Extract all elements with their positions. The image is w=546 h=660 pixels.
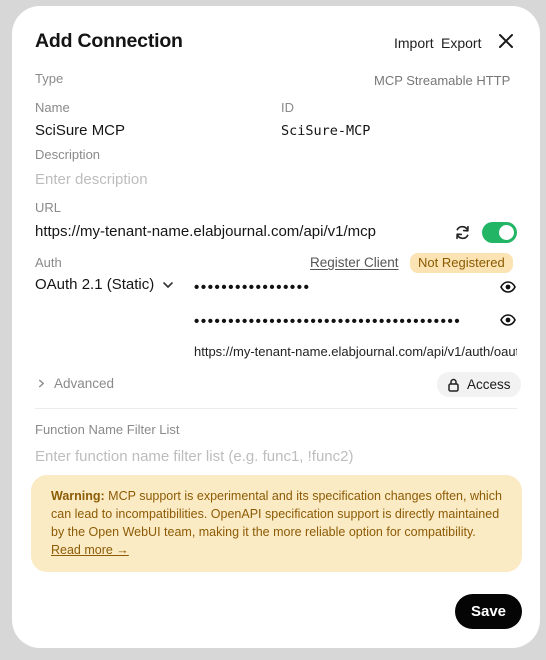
auth-method-value: OAuth 2.1 (Static) [35, 276, 155, 293]
id-label: ID [281, 100, 294, 115]
status-badge: Not Registered [410, 253, 513, 273]
name-input[interactable]: SciSure MCP [35, 122, 125, 139]
access-button[interactable]: Access [437, 372, 521, 397]
url-input[interactable]: https://my-tenant-name.elabjournal.com/a… [35, 223, 376, 240]
client-secret-input[interactable]: ••••••••••••••••••••••••••••••••••••••• [194, 314, 461, 329]
advanced-label: Advanced [54, 376, 115, 391]
warning-prefix: Warning: [51, 489, 105, 503]
divider [35, 408, 517, 409]
chevron-right-icon [39, 379, 44, 388]
function-filter-input[interactable]: Enter function name filter list (e.g. fu… [35, 448, 354, 465]
refresh-icon[interactable] [454, 224, 471, 241]
access-label: Access [467, 377, 511, 392]
url-label: URL [35, 200, 62, 215]
function-filter-label: Function Name Filter List [35, 422, 180, 437]
type-label: Type [35, 71, 64, 86]
read-more-link[interactable]: Read more → [51, 543, 129, 557]
lock-icon [448, 378, 459, 392]
register-client-link[interactable]: Register Client [310, 255, 399, 270]
description-input[interactable]: Enter description [35, 171, 148, 188]
eye-icon[interactable] [500, 279, 516, 295]
description-label: Description [35, 147, 101, 162]
save-button[interactable]: Save [455, 594, 522, 629]
client-id-input[interactable]: ••••••••••••••••• [194, 280, 310, 295]
name-label: Name [35, 100, 70, 115]
close-icon[interactable] [497, 32, 515, 50]
advanced-toggle[interactable]: Advanced [37, 376, 114, 391]
auth-method-select[interactable]: OAuth 2.1 (Static) [35, 276, 174, 293]
auth-label: Auth [35, 255, 62, 270]
import-button[interactable]: Import [394, 35, 434, 51]
chevron-down-icon [163, 281, 174, 288]
auth-url-input[interactable]: https://my-tenant-name.elabjournal.com/a… [194, 344, 517, 359]
warning-text: MCP support is experimental and its spec… [51, 489, 502, 539]
type-select[interactable]: MCP Streamable HTTP [374, 73, 510, 88]
eye-icon[interactable] [500, 312, 516, 328]
connection-enabled-toggle[interactable] [482, 222, 517, 243]
add-connection-modal: Add Connection Import Export Type MCP St… [12, 6, 540, 648]
warning-banner: Warning: MCP support is experimental and… [31, 475, 522, 572]
id-input[interactable]: SciSure-MCP [281, 123, 370, 139]
modal-title: Add Connection [35, 30, 183, 52]
export-button[interactable]: Export [441, 35, 481, 51]
